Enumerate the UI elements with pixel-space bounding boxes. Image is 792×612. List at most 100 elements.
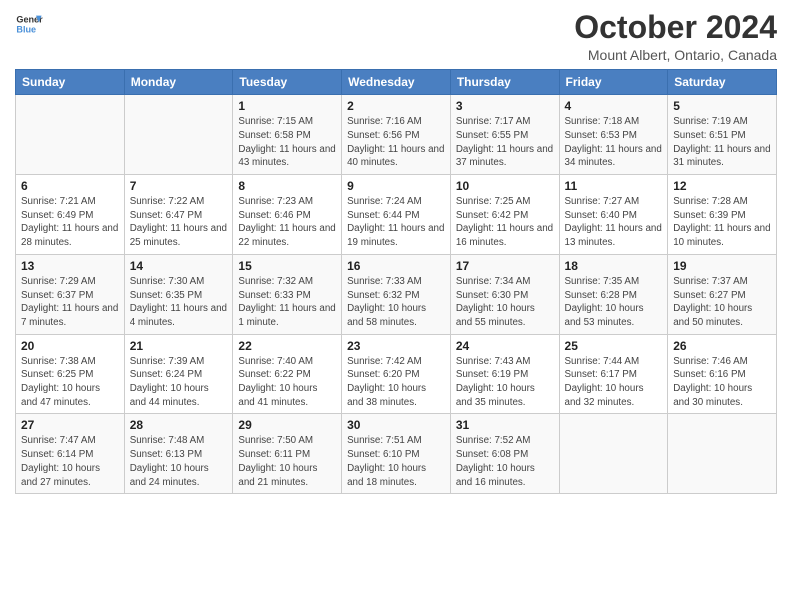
calendar-cell: 8 Sunrise: 7:23 AMSunset: 6:46 PMDaylight…	[233, 175, 342, 255]
day-info: Sunrise: 7:47 AMSunset: 6:14 PMDaylight:…	[21, 434, 119, 489]
day-number: 23	[347, 339, 445, 353]
day-info: Sunrise: 7:17 AMSunset: 6:55 PMDaylight:…	[456, 115, 554, 170]
day-number: 7	[130, 179, 228, 193]
day-number: 26	[673, 339, 771, 353]
calendar-cell: 15 Sunrise: 7:32 AMSunset: 6:33 PMDayligh…	[233, 254, 342, 334]
day-number: 17	[456, 259, 554, 273]
day-info: Sunrise: 7:40 AMSunset: 6:22 PMDaylight:…	[238, 355, 336, 410]
calendar-cell: 7 Sunrise: 7:22 AMSunset: 6:47 PMDaylight…	[124, 175, 233, 255]
logo-icon: General Blue	[15, 10, 43, 38]
day-info: Sunrise: 7:24 AMSunset: 6:44 PMDaylight:…	[347, 195, 445, 250]
day-info: Sunrise: 7:33 AMSunset: 6:32 PMDaylight:…	[347, 275, 445, 330]
day-number: 19	[673, 259, 771, 273]
day-number: 27	[21, 418, 119, 432]
day-number: 28	[130, 418, 228, 432]
day-number: 31	[456, 418, 554, 432]
day-number: 24	[456, 339, 554, 353]
day-info: Sunrise: 7:28 AMSunset: 6:39 PMDaylight:…	[673, 195, 771, 250]
day-info: Sunrise: 7:19 AMSunset: 6:51 PMDaylight:…	[673, 115, 771, 170]
day-number: 21	[130, 339, 228, 353]
day-number: 9	[347, 179, 445, 193]
day-info: Sunrise: 7:37 AMSunset: 6:27 PMDaylight:…	[673, 275, 771, 330]
day-info: Sunrise: 7:18 AMSunset: 6:53 PMDaylight:…	[565, 115, 663, 170]
calendar-cell: 14 Sunrise: 7:30 AMSunset: 6:35 PMDayligh…	[124, 254, 233, 334]
weekday-header: Sunday	[16, 70, 125, 95]
day-number: 15	[238, 259, 336, 273]
day-info: Sunrise: 7:43 AMSunset: 6:19 PMDaylight:…	[456, 355, 554, 410]
calendar-cell: 11 Sunrise: 7:27 AMSunset: 6:40 PMDayligh…	[559, 175, 668, 255]
calendar-cell: 1Sunrise: 7:15 AMSunset: 6:58 PMDaylight…	[233, 95, 342, 175]
day-info: Sunrise: 7:30 AMSunset: 6:35 PMDaylight:…	[130, 275, 228, 330]
day-number: 25	[565, 339, 663, 353]
weekday-header: Thursday	[450, 70, 559, 95]
weekday-header: Friday	[559, 70, 668, 95]
calendar-week-row: 6 Sunrise: 7:21 AMSunset: 6:49 PMDaylight…	[16, 175, 777, 255]
weekday-header: Monday	[124, 70, 233, 95]
calendar-cell: 18Sunrise: 7:35 AMSunset: 6:28 PMDayligh…	[559, 254, 668, 334]
day-info: Sunrise: 7:38 AMSunset: 6:25 PMDaylight:…	[21, 355, 119, 410]
calendar-cell	[559, 414, 668, 494]
day-info: Sunrise: 7:46 AMSunset: 6:16 PMDaylight:…	[673, 355, 771, 410]
day-info: Sunrise: 7:27 AMSunset: 6:40 PMDaylight:…	[565, 195, 663, 250]
day-number: 5	[673, 99, 771, 113]
calendar-cell: 17 Sunrise: 7:34 AMSunset: 6:30 PMDayligh…	[450, 254, 559, 334]
day-info: Sunrise: 7:23 AMSunset: 6:46 PMDaylight:…	[238, 195, 336, 250]
day-info: Sunrise: 7:50 AMSunset: 6:11 PMDaylight:…	[238, 434, 336, 489]
day-info: Sunrise: 7:48 AMSunset: 6:13 PMDaylight:…	[130, 434, 228, 489]
calendar-table: SundayMondayTuesdayWednesdayThursdayFrid…	[15, 69, 777, 494]
calendar-cell: 3 Sunrise: 7:17 AMSunset: 6:55 PMDaylight…	[450, 95, 559, 175]
calendar-cell	[16, 95, 125, 175]
calendar-week-row: 13 Sunrise: 7:29 AMSunset: 6:37 PMDayligh…	[16, 254, 777, 334]
calendar-cell: 2 Sunrise: 7:16 AMSunset: 6:56 PMDaylight…	[342, 95, 451, 175]
day-info: Sunrise: 7:44 AMSunset: 6:17 PMDaylight:…	[565, 355, 663, 410]
day-info: Sunrise: 7:16 AMSunset: 6:56 PMDaylight:…	[347, 115, 445, 170]
day-info: Sunrise: 7:39 AMSunset: 6:24 PMDaylight:…	[130, 355, 228, 410]
calendar-cell: 6 Sunrise: 7:21 AMSunset: 6:49 PMDaylight…	[16, 175, 125, 255]
calendar-cell: 12 Sunrise: 7:28 AMSunset: 6:39 PMDayligh…	[668, 175, 777, 255]
calendar-cell: 31Sunrise: 7:52 AMSunset: 6:08 PMDayligh…	[450, 414, 559, 494]
day-number: 2	[347, 99, 445, 113]
day-number: 8	[238, 179, 336, 193]
calendar-week-row: 20 Sunrise: 7:38 AMSunset: 6:25 PMDayligh…	[16, 334, 777, 414]
day-info: Sunrise: 7:25 AMSunset: 6:42 PMDaylight:…	[456, 195, 554, 250]
day-number: 20	[21, 339, 119, 353]
day-info: Sunrise: 7:32 AMSunset: 6:33 PMDaylight:…	[238, 275, 336, 330]
calendar-week-row: 1Sunrise: 7:15 AMSunset: 6:58 PMDaylight…	[16, 95, 777, 175]
day-number: 10	[456, 179, 554, 193]
day-info: Sunrise: 7:22 AMSunset: 6:47 PMDaylight:…	[130, 195, 228, 250]
calendar-cell: 16Sunrise: 7:33 AMSunset: 6:32 PMDayligh…	[342, 254, 451, 334]
weekday-header: Wednesday	[342, 70, 451, 95]
day-number: 3	[456, 99, 554, 113]
day-info: Sunrise: 7:42 AMSunset: 6:20 PMDaylight:…	[347, 355, 445, 410]
day-info: Sunrise: 7:29 AMSunset: 6:37 PMDaylight:…	[21, 275, 119, 330]
calendar-cell: 20 Sunrise: 7:38 AMSunset: 6:25 PMDayligh…	[16, 334, 125, 414]
calendar-cell: 5 Sunrise: 7:19 AMSunset: 6:51 PMDaylight…	[668, 95, 777, 175]
calendar-cell: 10 Sunrise: 7:25 AMSunset: 6:42 PMDayligh…	[450, 175, 559, 255]
day-number: 6	[21, 179, 119, 193]
day-number: 14	[130, 259, 228, 273]
calendar-cell: 25 Sunrise: 7:44 AMSunset: 6:17 PMDayligh…	[559, 334, 668, 414]
main-title: October 2024	[574, 10, 777, 45]
calendar-cell	[124, 95, 233, 175]
calendar-cell: 27 Sunrise: 7:47 AMSunset: 6:14 PMDayligh…	[16, 414, 125, 494]
calendar-cell: 19 Sunrise: 7:37 AMSunset: 6:27 PMDayligh…	[668, 254, 777, 334]
title-block: October 2024 Mount Albert, Ontario, Cana…	[574, 10, 777, 63]
day-number: 29	[238, 418, 336, 432]
day-info: Sunrise: 7:21 AMSunset: 6:49 PMDaylight:…	[21, 195, 119, 250]
day-info: Sunrise: 7:15 AMSunset: 6:58 PMDaylight:…	[238, 115, 336, 170]
day-info: Sunrise: 7:34 AMSunset: 6:30 PMDaylight:…	[456, 275, 554, 330]
day-number: 4	[565, 99, 663, 113]
calendar-cell	[668, 414, 777, 494]
subtitle: Mount Albert, Ontario, Canada	[574, 47, 777, 63]
day-number: 12	[673, 179, 771, 193]
weekday-header: Tuesday	[233, 70, 342, 95]
calendar-cell: 21 Sunrise: 7:39 AMSunset: 6:24 PMDayligh…	[124, 334, 233, 414]
calendar-week-row: 27 Sunrise: 7:47 AMSunset: 6:14 PMDayligh…	[16, 414, 777, 494]
day-number: 13	[21, 259, 119, 273]
weekday-header: Saturday	[668, 70, 777, 95]
calendar-cell: 9 Sunrise: 7:24 AMSunset: 6:44 PMDaylight…	[342, 175, 451, 255]
logo: General Blue	[15, 10, 43, 38]
day-number: 11	[565, 179, 663, 193]
page-header: General Blue October 2024 Mount Albert, …	[15, 10, 777, 63]
day-info: Sunrise: 7:35 AMSunset: 6:28 PMDaylight:…	[565, 275, 663, 330]
